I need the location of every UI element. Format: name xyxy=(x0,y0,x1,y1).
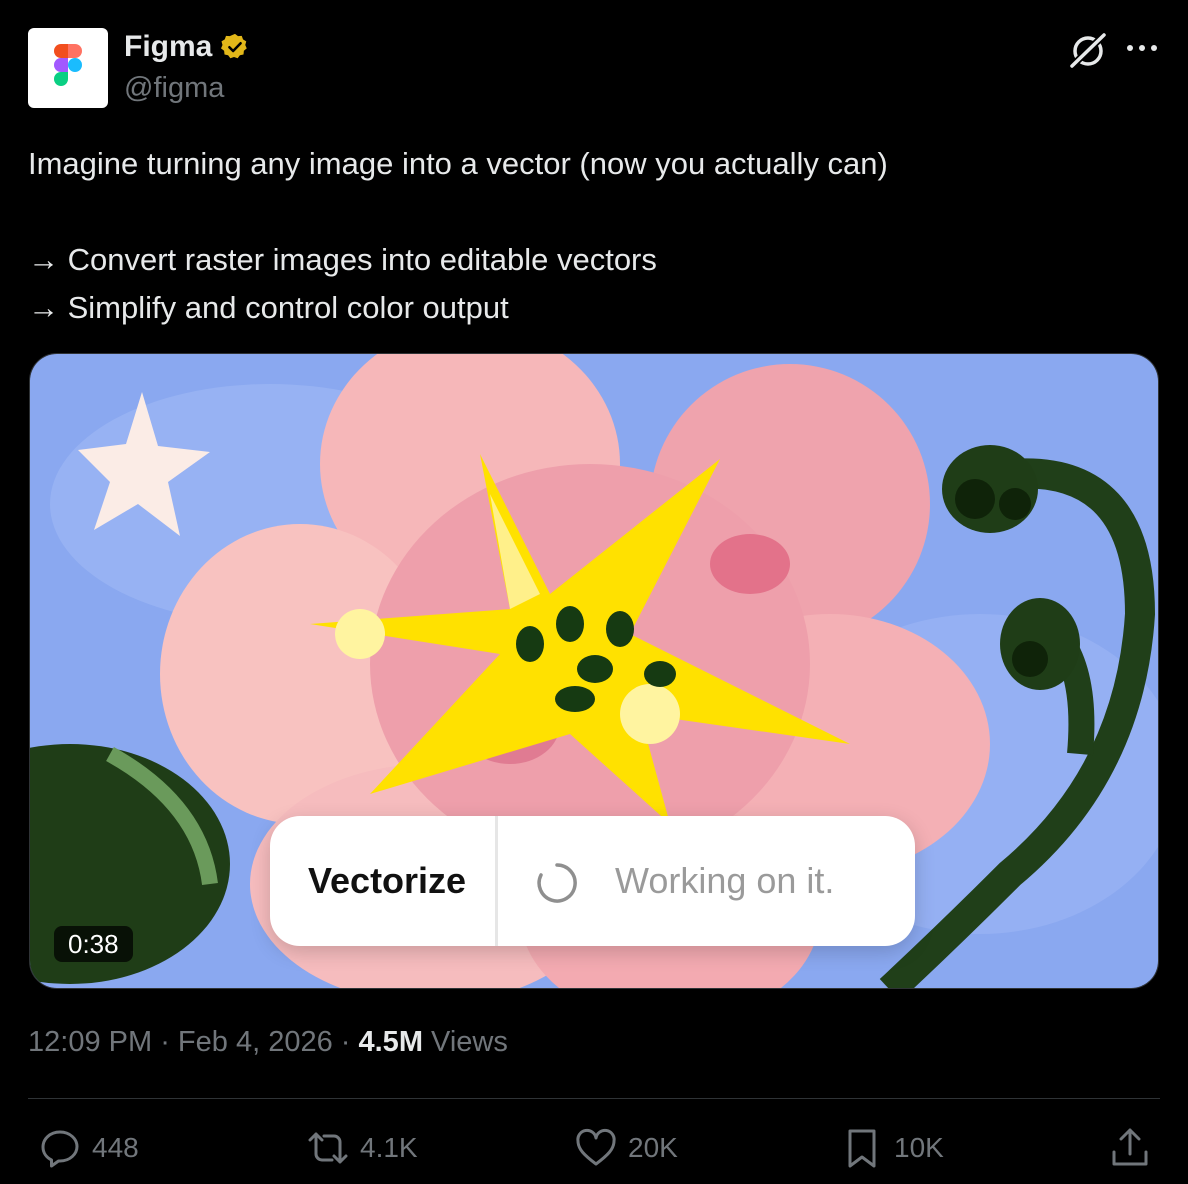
author-name-row[interactable]: Figma xyxy=(124,30,250,64)
bookmark-button[interactable]: 10K xyxy=(840,1126,944,1170)
handle[interactable]: @figma xyxy=(124,72,224,105)
avatar[interactable] xyxy=(28,28,108,108)
meta-separator: · xyxy=(152,1026,178,1058)
views-count[interactable]: 4.5M xyxy=(359,1026,423,1059)
repost-icon xyxy=(308,1132,348,1164)
grok-icon[interactable] xyxy=(1066,30,1110,70)
like-count: 20K xyxy=(628,1132,678,1163)
panel-divider xyxy=(495,816,498,946)
reply-count: 448 xyxy=(92,1132,139,1163)
display-name[interactable]: Figma xyxy=(124,30,212,64)
meta-separator: · xyxy=(332,1026,359,1058)
views-label: Views xyxy=(422,1026,508,1058)
tweet-time[interactable]: 12:09 PM xyxy=(28,1026,152,1059)
spinner-icon xyxy=(537,863,577,903)
bookmark-count: 10K xyxy=(894,1132,944,1163)
bookmark-icon xyxy=(848,1129,876,1168)
like-button[interactable]: 20K xyxy=(574,1126,678,1170)
more-icon[interactable] xyxy=(1122,38,1162,58)
share-button[interactable] xyxy=(1108,1126,1152,1170)
status-label: Working on it. xyxy=(615,860,835,901)
tweet-meta: 12:09 PM · Feb 4, 2026 · 4.5M Views xyxy=(28,1026,508,1059)
share-icon xyxy=(1112,1128,1148,1166)
vectorize-panel: Vectorize Working on it. xyxy=(270,816,915,946)
like-icon xyxy=(576,1128,616,1166)
video-duration-badge: 0:38 xyxy=(54,926,133,962)
repost-count: 4.1K xyxy=(360,1132,418,1163)
vectorize-label: Vectorize xyxy=(308,860,467,901)
verified-badge-icon xyxy=(221,33,248,59)
figma-logo-icon xyxy=(54,44,82,86)
video-player[interactable]: Vectorize Working on it. 0:38 xyxy=(29,353,1159,989)
divider xyxy=(28,1098,1160,1099)
reply-icon xyxy=(41,1130,79,1168)
reply-button[interactable]: 448 xyxy=(38,1126,139,1170)
tweet-date[interactable]: Feb 4, 2026 xyxy=(178,1026,333,1059)
tweet-text: Imagine turning any image into a vector … xyxy=(28,146,888,325)
repost-button[interactable]: 4.1K xyxy=(306,1126,418,1170)
